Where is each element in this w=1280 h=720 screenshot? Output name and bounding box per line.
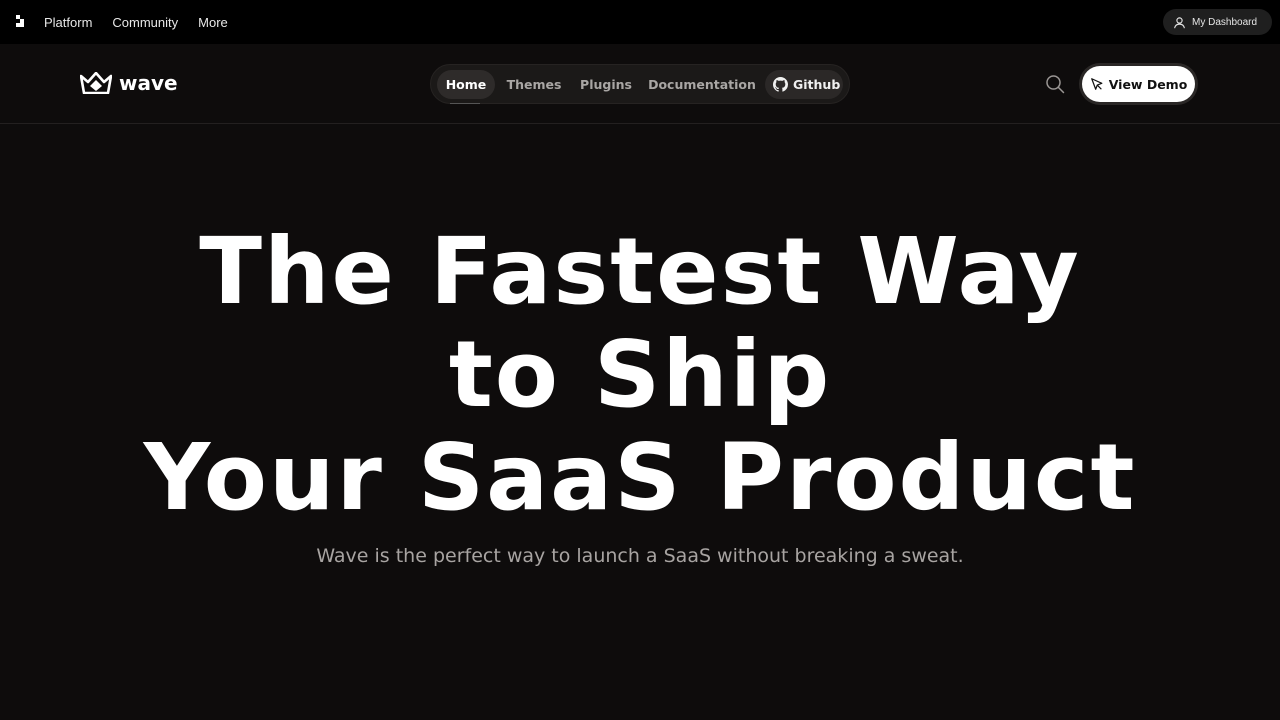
top-nav: Platform Community More xyxy=(44,0,228,44)
nav-github-label: Github xyxy=(793,77,841,92)
hero-title-line-2: to Ship xyxy=(448,321,832,428)
active-nav-indicator xyxy=(450,103,480,104)
main-nav: Home Themes Plugins Documentation Github xyxy=(430,64,850,104)
my-dashboard-label: My Dashboard xyxy=(1192,16,1258,28)
cursor-icon xyxy=(1090,78,1103,90)
nav-github[interactable]: Github xyxy=(765,70,843,99)
view-demo-label: View Demo xyxy=(1108,76,1188,92)
hero-title-line-3: Your SaaS Product xyxy=(143,424,1137,531)
nav-home[interactable]: Home xyxy=(437,70,495,99)
github-icon xyxy=(773,77,788,92)
top-nav-platform[interactable]: Platform xyxy=(44,15,92,30)
top-utility-bar: Platform Community More My Dashboard xyxy=(0,0,1280,44)
nav-themes[interactable]: Themes xyxy=(503,70,565,99)
search-icon[interactable] xyxy=(1045,74,1065,94)
hero-title-line-1: The Fastest Way xyxy=(199,218,1081,325)
view-demo-button[interactable]: View Demo xyxy=(1082,66,1195,102)
my-dashboard-button[interactable]: My Dashboard xyxy=(1163,9,1272,35)
brand-logo[interactable]: wave xyxy=(80,71,178,95)
crown-icon xyxy=(80,72,112,94)
top-nav-community[interactable]: Community xyxy=(112,15,178,30)
top-nav-more[interactable]: More xyxy=(198,15,228,30)
hero-title: The Fastest Way to Ship Your SaaS Produc… xyxy=(0,220,1280,529)
user-icon xyxy=(1174,16,1185,28)
main-header: wave Home Themes Plugins Documentation G… xyxy=(0,44,1280,124)
brand-name: wave xyxy=(119,71,178,95)
nav-plugins[interactable]: Plugins xyxy=(575,70,637,99)
hero-subtitle: Wave is the perfect way to launch a SaaS… xyxy=(316,545,964,567)
hero-section: The Fastest Way to Ship Your SaaS Produc… xyxy=(0,220,1280,567)
nav-documentation[interactable]: Documentation xyxy=(647,70,757,99)
devdojo-logo-icon[interactable] xyxy=(16,15,26,29)
